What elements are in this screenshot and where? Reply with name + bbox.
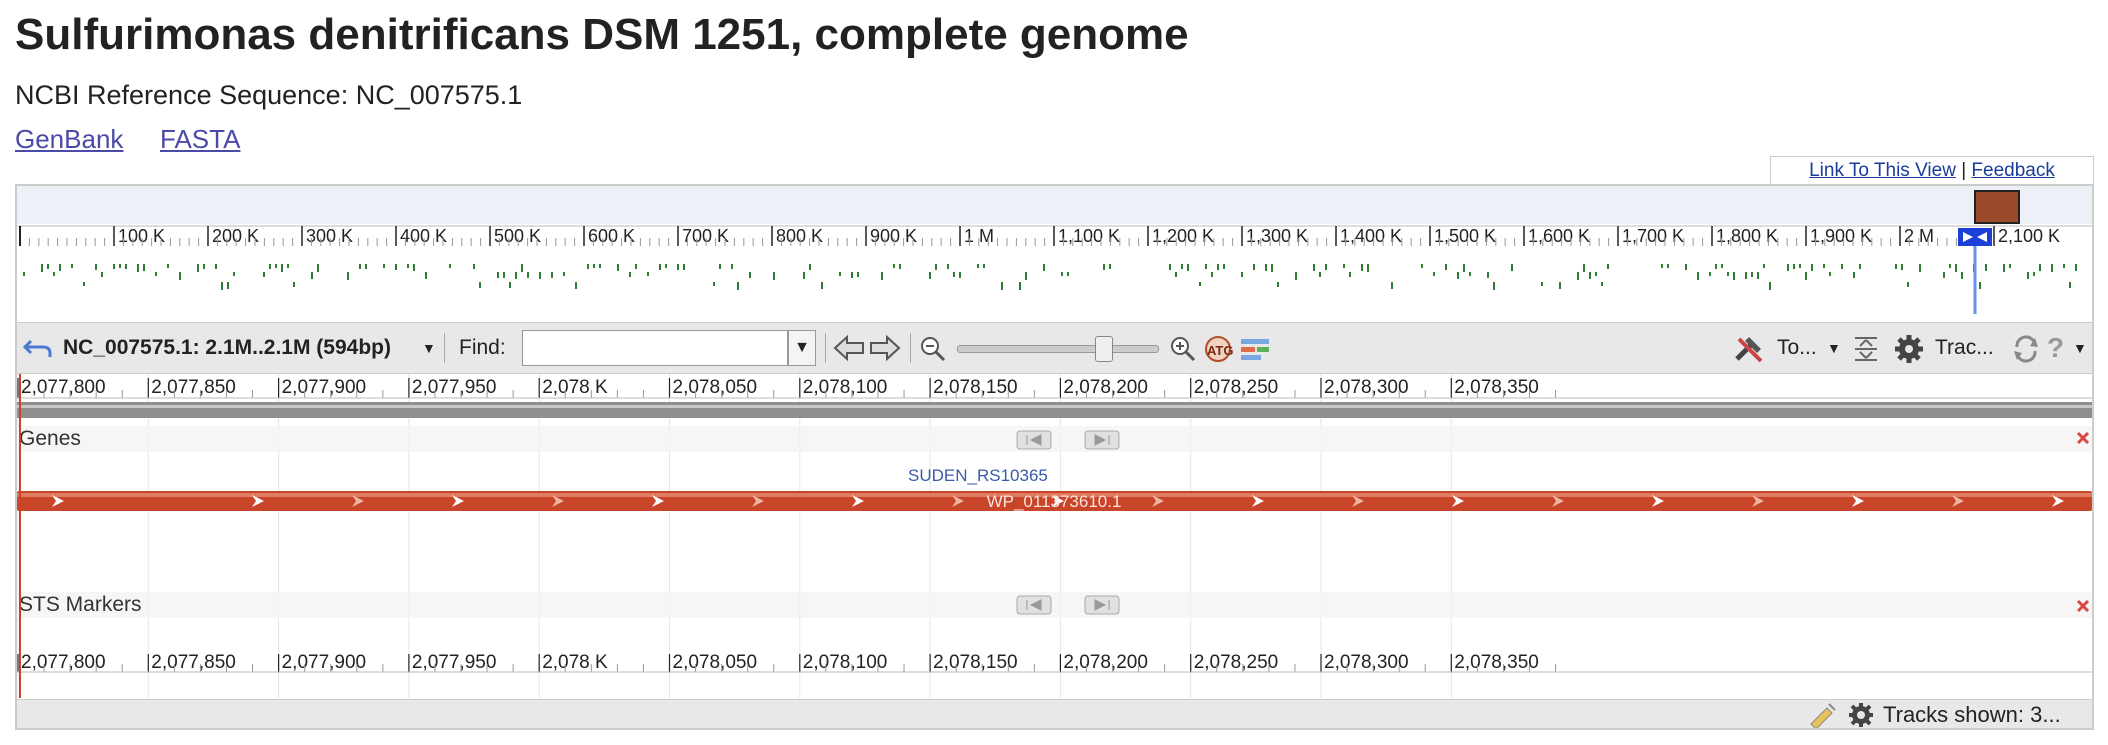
ruler-tick-label: 2,078,300 <box>1324 377 1409 398</box>
refresh-icon[interactable] <box>2011 335 2041 363</box>
overview-tick-label: 400 K <box>400 226 447 246</box>
ruler-tick-label: 2,078,250 <box>1194 377 1279 398</box>
find-label: Find: <box>459 336 506 359</box>
sts-next-button[interactable] <box>1084 595 1120 615</box>
overview-marker-box[interactable] <box>1974 190 2020 224</box>
overview-tick-label: 200 K <box>212 226 259 246</box>
ruler-tick-label: 2,078,100 <box>803 652 888 673</box>
chevron-down-icon[interactable]: ▼ <box>422 323 436 373</box>
ruler-tick-label: 2,078,200 <box>1063 377 1148 398</box>
tracks-menu-label[interactable]: Trac... <box>1935 323 1994 373</box>
toolbar-divider <box>825 333 826 363</box>
overview-ruler: 100 K 200 K 300 K 400 K 500 K 600 K 700 K 800 K… <box>17 225 2092 314</box>
ruler-tick-label: 2,077,850 <box>151 377 236 398</box>
ruler-tick-label: 2,077,950 <box>412 377 497 398</box>
toolbar-divider <box>910 333 911 363</box>
track-layout-icon[interactable] <box>1239 336 1271 362</box>
arrow-right-icon[interactable] <box>869 333 901 363</box>
ruler-tick-label: 2,078,300 <box>1324 652 1409 673</box>
genes-prev-button[interactable] <box>1016 430 1052 450</box>
overview-tick-label: 300 K <box>306 226 353 246</box>
ruler-tick-label: 2,078 K <box>542 377 608 398</box>
tracks-panel[interactable]: 2,077,800 2,077,850 2,077,900 2,077,950 2,07… <box>17 374 2092 698</box>
view-links: Link To This View | Feedback <box>1770 156 2094 185</box>
zoom-slider-track[interactable] <box>957 345 1159 353</box>
collapse-icon[interactable] <box>1851 334 1881 364</box>
status-bar: Tracks shown: 3... <box>17 699 2092 729</box>
overview-tick-label: 900 K <box>870 226 917 246</box>
gear-icon[interactable] <box>1847 701 1875 729</box>
sts-prev-button[interactable] <box>1016 595 1052 615</box>
arrow-left-icon[interactable] <box>833 333 865 363</box>
zoom-slider-thumb[interactable] <box>1095 336 1113 362</box>
link-separator: | <box>1961 160 1967 181</box>
ruler-tick-label: 2,078,100 <box>803 377 888 398</box>
help-icon[interactable]: ? <box>2047 323 2064 373</box>
zoom-out-icon[interactable] <box>919 335 947 363</box>
zoom-in-icon[interactable] <box>1169 335 1197 363</box>
ruler-tick-label: 2,077,900 <box>282 377 367 398</box>
genes-track-label: Genes <box>19 427 81 450</box>
ruler-tick-label: 2,078 K <box>542 652 608 673</box>
viewer-toolbar: NC_007575.1: 2.1M..2.1M (594bp) ▼ Find: … <box>17 322 2092 374</box>
genbank-link[interactable]: GenBank <box>15 124 123 155</box>
ruler-tick-label: 2,078,050 <box>673 652 758 673</box>
gene-label[interactable]: SUDEN_RS10365 <box>908 466 1048 485</box>
genes-next-button[interactable] <box>1084 430 1120 450</box>
find-input[interactable] <box>522 330 788 366</box>
find-dropdown-icon[interactable]: ▼ <box>788 330 816 366</box>
ruler-tick-label: 2,077,850 <box>151 652 236 673</box>
overview-tick-label: 600 K <box>588 226 635 246</box>
refseq-label: NCBI Reference Sequence: NC_007575.1 <box>15 80 523 110</box>
ruler-tick-label: 2,078,350 <box>1454 652 1539 673</box>
tools-icon[interactable] <box>1733 333 1767 363</box>
toolbar-divider <box>444 333 445 363</box>
ruler-tick-label: 2,078,350 <box>1454 377 1539 398</box>
tools-menu-label[interactable]: To... <box>1777 323 1817 373</box>
ruler-tick-label: 2,078,150 <box>933 652 1018 673</box>
overview-tick-label: 800 K <box>776 226 823 246</box>
ruler-tick-label: 2,078,050 <box>673 377 758 398</box>
gear-icon[interactable] <box>1893 333 1925 365</box>
chevron-down-icon[interactable]: ▼ <box>1827 323 1841 373</box>
overview-tick-label: 2,100 K <box>1998 226 2060 246</box>
sts-track-label: STS Markers <box>19 593 142 616</box>
overview-panel[interactable]: 100 K 200 K 300 K 400 K 500 K 600 K 700 K 800 K… <box>17 186 2092 314</box>
overview-tick-label: 700 K <box>682 226 729 246</box>
overview-tick-label: 500 K <box>494 226 541 246</box>
tracks-shown-label[interactable]: Tracks shown: 3... <box>1883 700 2061 728</box>
ruler-tick-label: 2,077,950 <box>412 652 497 673</box>
feedback-link[interactable]: Feedback <box>1971 160 2054 181</box>
ruler-tick-label: 2,078,250 <box>1194 652 1279 673</box>
ruler-tick-label: 2,078,200 <box>1063 652 1148 673</box>
svg-text:ATG: ATG <box>1207 343 1233 358</box>
fasta-link[interactable]: FASTA <box>160 124 240 155</box>
page-title: Sulfurimonas denitrificans DSM 1251, com… <box>15 10 1189 59</box>
overview-band <box>17 186 2092 224</box>
ruler-tick-label: 2,078,150 <box>933 377 1018 398</box>
feature-label: WP_011373610.1 <box>987 492 1122 511</box>
overview-tick-label: 100 K <box>118 226 165 246</box>
ruler-tick-label: 2,077,800 <box>21 652 106 673</box>
location-label[interactable]: NC_007575.1: 2.1M..2.1M (594bp) <box>63 323 391 373</box>
ruler-tick-label: 2,077,900 <box>282 652 367 673</box>
chevron-down-icon[interactable]: ▼ <box>2073 323 2087 373</box>
sequence-icon[interactable]: ATG <box>1203 335 1233 363</box>
link-to-this-view[interactable]: Link To This View <box>1809 160 1956 181</box>
edit-icon[interactable] <box>1807 702 1837 728</box>
sequence-viewer: 100 K 200 K 300 K 400 K 500 K 600 K 700 K 800 K… <box>15 184 2094 730</box>
back-icon[interactable] <box>23 335 53 361</box>
ruler-tick-label: 2,077,800 <box>21 377 106 398</box>
